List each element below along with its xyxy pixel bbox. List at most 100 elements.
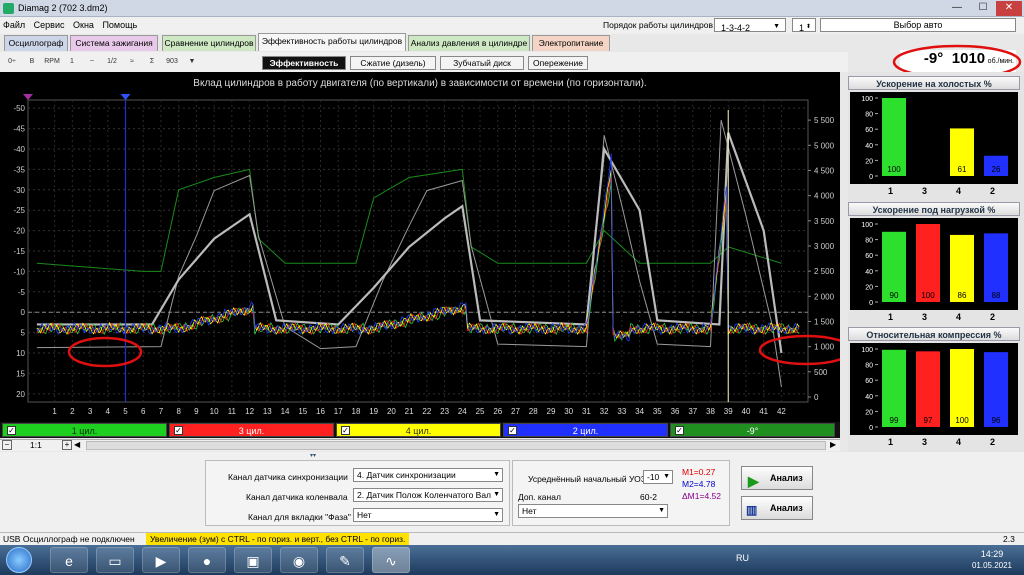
x-tick: 4 [106,407,111,416]
scroll-left-icon[interactable]: ◀ [74,440,84,450]
x-tick: 7 [159,407,164,416]
cylinder-order-value: 1-3-4-2 [721,23,751,33]
x-tick: 39 [724,407,733,416]
x-tick: 36 [671,407,680,416]
status-version: 2.3 [1003,534,1015,544]
zoom-out-icon[interactable]: − [2,440,12,450]
wave-icon[interactable]: ≈ [124,55,140,69]
subtab-3[interactable]: Опережение [528,56,588,70]
ie-icon[interactable]: e [50,547,88,573]
analyze-bars-button[interactable]: ▥ Анализ [741,496,813,520]
scroll-right-icon[interactable]: ▶ [830,440,840,450]
start-button[interactable] [6,547,32,573]
panel-bar-label: 26 [992,165,1001,174]
phase-channel-select[interactable]: Нет ▼ [353,508,503,522]
y-right-tick: 2 500 [814,267,835,276]
firefox-icon[interactable]: ● [188,547,226,573]
maximize-button[interactable]: ☐ [970,1,996,16]
chevron-down-icon: ▼ [493,491,500,498]
extra-channel-select[interactable]: Нет ▼ [518,504,668,518]
tab-3[interactable]: Эффективность работы цилиндров [258,33,406,51]
x-tick: 16 [316,407,325,416]
y-left-tick: -40 [13,145,25,154]
select-auto-button[interactable]: Выбор авто [820,18,1016,32]
phase-channel-value: Нет [357,510,372,520]
language-indicator[interactable]: RU [736,553,749,563]
panel-cyl-label: 4 [956,186,962,196]
panel-y-tick: 0 [869,174,873,181]
media-icon[interactable]: ▶ [142,547,180,573]
car-app-icon[interactable]: ▣ [234,547,272,573]
x-tick: 23 [440,407,449,416]
menu-file[interactable]: Файл [0,17,28,33]
marker-m1-handle[interactable] [23,94,33,100]
cursor-icon[interactable]: 1 [64,55,80,69]
chevron-down-icon: ▼ [493,511,500,518]
x-tick: 5 [123,407,128,416]
tab-0[interactable]: Осциллограф [4,35,68,51]
panel-bar-label: 96 [992,416,1001,425]
filter-icon[interactable]: Σ [144,55,160,69]
panel-y-tick: 100 [861,222,873,229]
y-left-tick: -45 [13,125,25,134]
legend-4[interactable]: ✓ -9° [670,423,835,437]
expand-handle[interactable]: ▾▾ [310,452,322,459]
panel-y-tick: 20 [865,158,873,165]
subtab-1[interactable]: Сжатие (дизель) [350,56,436,70]
y-left-tick: -25 [13,206,25,215]
scale-icon[interactable]: 0÷ [4,55,20,69]
legend-checkbox[interactable]: ✓ [675,426,684,435]
legend-2[interactable]: ✓ 4 цил. [336,423,501,437]
rpm-icon[interactable]: RPM [44,55,60,69]
window-title: Diamag 2 (702 3.dm2) [18,3,108,13]
marker-delta: ΔM1=4.52 [682,491,721,501]
legend-checkbox[interactable]: ✓ [174,426,183,435]
crank-channel-select[interactable]: 2. Датчик Полож Коленчатого Вал ▼ [353,488,503,502]
tuner-icon[interactable]: ◉ [280,547,318,573]
subtab-2[interactable]: Зубчатый диск [440,56,524,70]
number-icon[interactable]: 903 [164,55,180,69]
minimize-button[interactable]: — [944,1,970,16]
legend-3[interactable]: ✓ 2 цил. [503,423,668,437]
diamag-icon[interactable]: ∿ [372,547,410,573]
uoz-select[interactable]: -10 ▼ [643,470,673,484]
legend-checkbox[interactable]: ✓ [7,426,16,435]
curve-icon[interactable]: ~ [84,55,100,69]
folder-icon[interactable]: ▭ [96,547,134,573]
menu-help[interactable]: Помощь [99,17,140,33]
close-button[interactable]: ✕ [996,1,1022,16]
subtab-0[interactable]: Эффективность [262,56,346,70]
panel-y-tick: 20 [865,409,873,416]
sync-channel-select[interactable]: 4. Датчик синхронизации ▼ [353,468,503,482]
cylinder-stepper[interactable]: 1 ⬍ [792,18,816,33]
cylinder-order-select[interactable]: 1-3-4-2 ▼ [714,18,786,33]
legend-checkbox[interactable]: ✓ [508,426,517,435]
uoz-label: Усреднённый начальный УОЗ [528,474,646,484]
marker-m2-handle[interactable] [120,94,131,100]
tab-2[interactable]: Сравнение цилиндров [162,35,256,51]
legend-label: 1 цил. [71,426,98,436]
x-tick: 9 [194,407,199,416]
flag-icon[interactable]: ▼ [184,55,200,69]
fraction-icon[interactable]: 1/2 [104,55,120,69]
menu-windows[interactable]: Окна [70,17,97,33]
menu-service[interactable]: Сервис [31,17,68,33]
cylinder-contribution-chart[interactable]: -50 -45 -40 -35 -30 -25 -20 -15 -10 -5 0 5 10 15 20 5 5… [0,72,840,422]
trigger-b-icon[interactable]: B [24,55,40,69]
legend-0[interactable]: ✓ 1 цил. [2,423,167,437]
analyze-button[interactable]: ▶ Анализ [741,466,813,490]
legend-checkbox[interactable]: ✓ [341,426,350,435]
zoom-in-icon[interactable]: + [62,440,72,450]
phase-channel-label: Канал для вкладки "Фаза" [248,512,351,522]
panel-y-tick: 40 [865,269,873,276]
horizontal-scrollbar[interactable] [86,441,826,450]
chart-scroll-row: − 1:1 + ◀ ▶ [0,439,840,451]
panel-cyl-label: 1 [888,312,894,322]
panel-cyl-label: 2 [990,437,996,447]
panel-bar-label: 86 [958,291,967,300]
tab-5[interactable]: Электропитание [532,35,610,51]
tab-1[interactable]: Система зажигания [70,35,158,51]
tab-4[interactable]: Анализ давления в цилиндре [408,35,530,51]
legend-1[interactable]: ✓ 3 цил. [169,423,334,437]
paint-icon[interactable]: ✎ [326,547,364,573]
